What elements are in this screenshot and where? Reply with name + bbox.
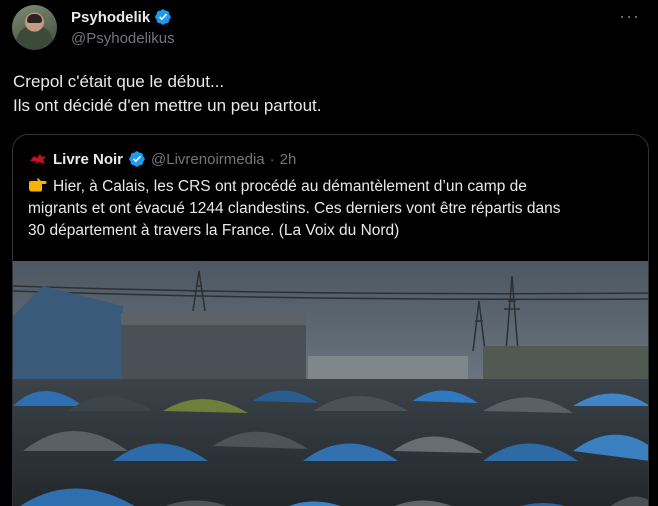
post-text-line: Crepol c'était que le début... <box>13 72 225 91</box>
post-text: Crepol c'était que le début... Ils ont d… <box>13 70 322 118</box>
quoted-text-line-2: migrants et ont évacué 1244 clandestins.… <box>28 200 561 217</box>
more-options-icon[interactable]: ··· <box>619 6 640 27</box>
verified-icon <box>155 9 171 25</box>
quoted-text-line: Hier, à Calais, les CRS ont procédé au d… <box>28 176 638 198</box>
quoted-timestamp[interactable]: 2h <box>280 151 297 168</box>
quoted-post[interactable]: Livre Noir @Livrenoirmedia · 2h Hier, à … <box>12 134 649 506</box>
author-display-name[interactable]: Psyhodelik <box>71 9 150 26</box>
quoted-post-text: Hier, à Calais, les CRS ont procédé au d… <box>28 176 638 242</box>
livre-noir-logo-icon[interactable] <box>28 149 48 169</box>
bird-logo-icon <box>30 154 46 164</box>
verified-icon <box>129 151 145 167</box>
quoted-text-line-1: Hier, à Calais, les CRS ont procédé au d… <box>53 178 527 195</box>
quoted-text-line-3: 30 département à travers la France. (La … <box>28 222 400 239</box>
author-name-row: Psyhodelik <box>71 8 172 26</box>
author-handle[interactable]: @Psyhodelikus <box>71 30 175 47</box>
quoted-author-name[interactable]: Livre Noir <box>53 151 123 168</box>
quoted-post-header: Livre Noir @Livrenoirmedia · 2h <box>28 149 296 169</box>
author-avatar[interactable] <box>12 5 57 50</box>
quoted-author-handle[interactable]: @Livrenoirmedia <box>151 151 265 168</box>
camp-photo[interactable] <box>13 261 649 506</box>
post-text-line: Ils ont décidé d'en mettre un peu partou… <box>13 96 322 115</box>
pointing-right-icon <box>29 178 47 192</box>
separator-dot: · <box>269 150 275 168</box>
